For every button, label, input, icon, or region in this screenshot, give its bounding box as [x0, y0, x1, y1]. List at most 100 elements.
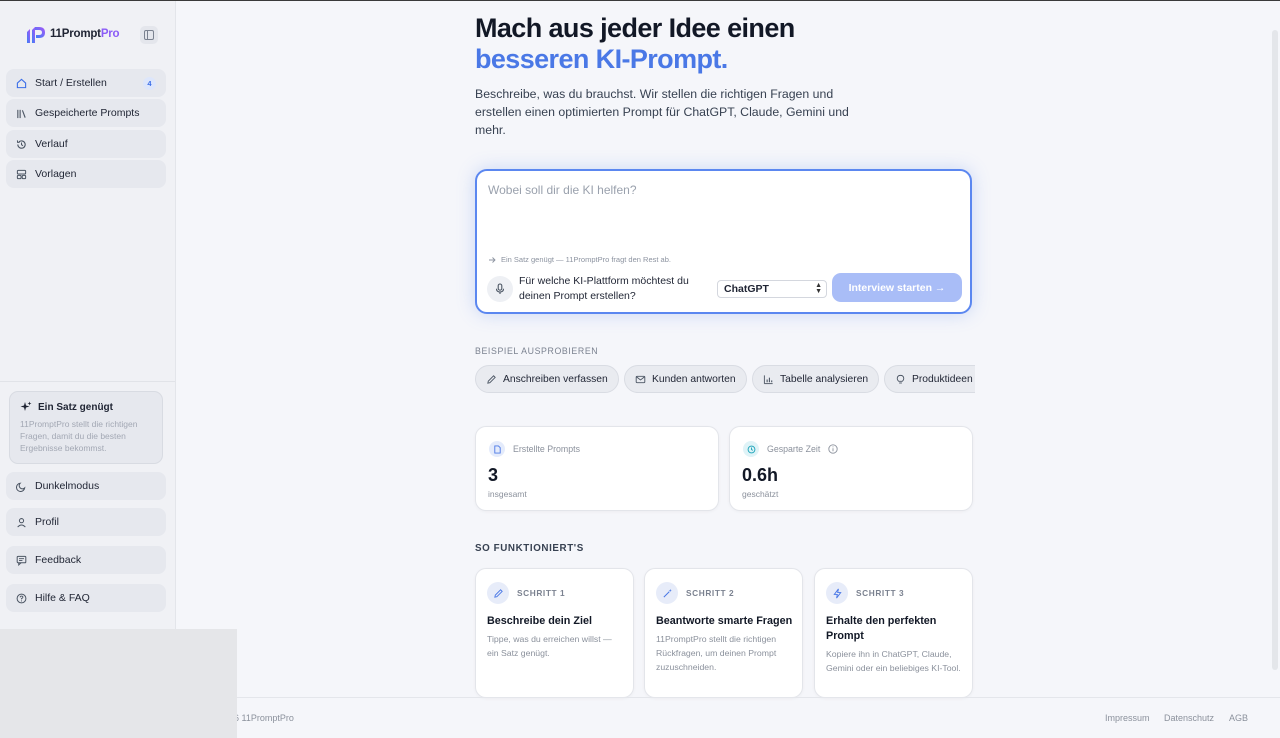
tip-card: Ein Satz genügt 11PromptPro stellt die r…: [9, 391, 163, 464]
scrollbar[interactable]: [1272, 30, 1278, 670]
overlay-panel: [0, 629, 237, 738]
example-chip-analyze-table[interactable]: Tabelle analysieren: [752, 365, 880, 393]
step-text: Kopiere ihn in ChatGPT, Claude, Gemini o…: [826, 649, 961, 673]
sidebar-item-label: Hilfe & FAQ: [35, 592, 90, 604]
examples-label: BEISPIEL AUSPROBIEREN: [475, 346, 599, 356]
logo-text: 11PromptPro: [50, 28, 120, 40]
step-title: Beantworte smarte Fragen: [656, 615, 793, 627]
pencil-icon: [487, 582, 509, 604]
sidebar-item-feedback[interactable]: Feedback: [6, 546, 166, 574]
history-icon: [15, 138, 27, 150]
tip-title-text: Ein Satz genügt: [38, 401, 113, 413]
prompt-input-card[interactable]: Wobei soll dir die KI helfen? Ein Satz g…: [475, 169, 972, 314]
example-chip-customer-reply[interactable]: Kunden antworten: [624, 365, 747, 393]
prompt-hint: Ein Satz genügt — 11PromptPro fragt den …: [488, 255, 671, 264]
tip-title: Ein Satz genügt: [20, 401, 152, 413]
lightbulb-icon: [896, 374, 905, 383]
home-icon: [15, 77, 27, 89]
templates-icon: [15, 168, 27, 180]
stat-header: Gesparte Zeit: [743, 441, 838, 457]
step-card-1: SCHRITT 1 Beschreibe dein Ziel Tippe, wa…: [475, 568, 634, 698]
dark-mode-toggle[interactable]: Dunkelmodus: [6, 472, 166, 500]
microphone-icon: [495, 283, 505, 294]
prompt-hint-text: Ein Satz genügt — 11PromptPro fragt den …: [501, 255, 671, 264]
chip-label: Tabelle analysieren: [780, 373, 869, 385]
footer-copyright: 6 11PromptPro: [234, 713, 294, 723]
sidebar-toggle-icon: [144, 30, 154, 40]
sidebar-item-label: Gespeicherte Prompts: [35, 107, 140, 119]
example-chip-product-ideas[interactable]: Produktideen s: [884, 365, 975, 393]
stat-caption: insgesamt: [488, 489, 527, 499]
count-badge: 4: [143, 77, 156, 90]
sidebar-item-saved-prompts[interactable]: Gespeicherte Prompts: [6, 99, 166, 127]
step-header: SCHRITT 1: [487, 582, 565, 604]
sidebar-item-label: Vorlagen: [35, 168, 77, 180]
step-header: SCHRITT 3: [826, 582, 904, 604]
step-title: Beschreibe dein Ziel: [487, 615, 593, 627]
sidebar-item-label: Feedback: [35, 554, 82, 566]
title-line-1: Mach aus jeder Idee einen: [475, 13, 795, 43]
app-logo[interactable]: 11PromptPro: [24, 23, 120, 45]
logo-prefix: 11Prompt: [50, 28, 101, 40]
sparkle-icon: [20, 401, 32, 411]
voice-input-button[interactable]: [487, 276, 513, 302]
sidebar-item-profile[interactable]: Profil: [6, 508, 166, 536]
step-title: Erhalte den perfekten Prompt: [826, 615, 937, 642]
step-text: 11PromptPro stellt die richtigen Rückfra…: [656, 634, 777, 672]
logo-mark-icon: [27, 27, 45, 43]
footer-link-impressum[interactable]: Impressum: [1105, 713, 1150, 723]
stat-caption: geschätzt: [742, 489, 779, 499]
step-card-3: SCHRITT 3 Erhalte den perfekten Prompt K…: [814, 568, 973, 698]
step-number: SCHRITT 2: [686, 588, 735, 598]
sidebar: 11PromptPro Start / Erstellen 4 Gespeich…: [0, 1, 176, 738]
sidebar-item-start[interactable]: Start / Erstellen 4: [6, 69, 166, 97]
stat-label: Erstellte Prompts: [513, 444, 580, 454]
platform-select[interactable]: ChatGPT ▲ ▼: [717, 280, 827, 298]
platform-question: Für welche KI-Plattform möchtest du dein…: [519, 275, 689, 302]
prompt-textarea[interactable]: Wobei soll dir die KI helfen?: [488, 183, 637, 197]
pencil-icon: [487, 374, 496, 384]
step-card-2: SCHRITT 2 Beantworte smarte Fragen 11Pro…: [644, 568, 803, 698]
lightning-icon: [826, 582, 848, 604]
chip-label: Anschreiben verfassen: [503, 373, 608, 385]
stat-card-time-saved: Gesparte Zeit 0.6h geschätzt: [729, 426, 973, 511]
sidebar-item-templates[interactable]: Vorlagen: [6, 160, 166, 188]
stat-value: 0.6h: [742, 465, 779, 485]
example-chips: Anschreiben verfassen Kunden antworten T…: [475, 365, 975, 393]
stat-label: Gesparte Zeit: [767, 444, 821, 454]
step-number: SCHRITT 1: [517, 588, 566, 598]
step-text: Tippe, was du erreichen willst — ein Sat…: [487, 634, 612, 658]
bar-chart-icon: [763, 374, 773, 384]
moon-icon: [15, 480, 27, 492]
select-caret-icon: ▲ ▼: [815, 282, 822, 295]
tip-text: 11PromptPro stellt die richtigen Fragen,…: [20, 419, 138, 453]
stat-value: 3: [488, 465, 499, 485]
footer-link-privacy[interactable]: Datenschutz: [1164, 713, 1214, 723]
start-interview-button[interactable]: Interview starten →: [832, 273, 962, 302]
chip-label: Kunden antworten: [652, 373, 736, 385]
sidebar-item-label: Profil: [35, 516, 59, 528]
sidebar-divider: [0, 381, 175, 382]
collapse-sidebar-button[interactable]: [140, 26, 158, 44]
sidebar-item-label: Start / Erstellen: [35, 77, 107, 89]
page-subtitle: Beschreibe, was du brauchst. Wir stellen…: [475, 87, 849, 137]
stat-header: Erstellte Prompts: [489, 441, 580, 457]
logo-suffix: Pro: [100, 28, 120, 40]
feedback-icon: [15, 554, 27, 566]
platform-selected-value: ChatGPT: [724, 283, 769, 295]
info-icon[interactable]: [828, 444, 838, 454]
title-line-2: besseren KI-Prompt.: [475, 44, 728, 74]
example-chip-cover-letter[interactable]: Anschreiben verfassen: [475, 365, 619, 393]
document-icon: [489, 441, 505, 457]
page-title: Mach aus jeder Idee einen besseren KI-Pr…: [475, 13, 795, 75]
window-top-border: [0, 0, 1280, 1]
sidebar-item-help[interactable]: Hilfe & FAQ: [6, 584, 166, 612]
chip-label: Produktideen s: [912, 373, 975, 385]
arrow-right-icon: [489, 256, 496, 263]
footer-link-terms[interactable]: AGB: [1229, 713, 1248, 723]
step-number: SCHRITT 3: [856, 588, 905, 598]
help-icon: [15, 592, 27, 604]
sidebar-item-history[interactable]: Verlauf: [6, 130, 166, 158]
how-it-works-label: SO FUNKTIONIERT'S: [475, 543, 584, 554]
stat-card-prompts: Erstellte Prompts 3 insgesamt: [475, 426, 719, 511]
